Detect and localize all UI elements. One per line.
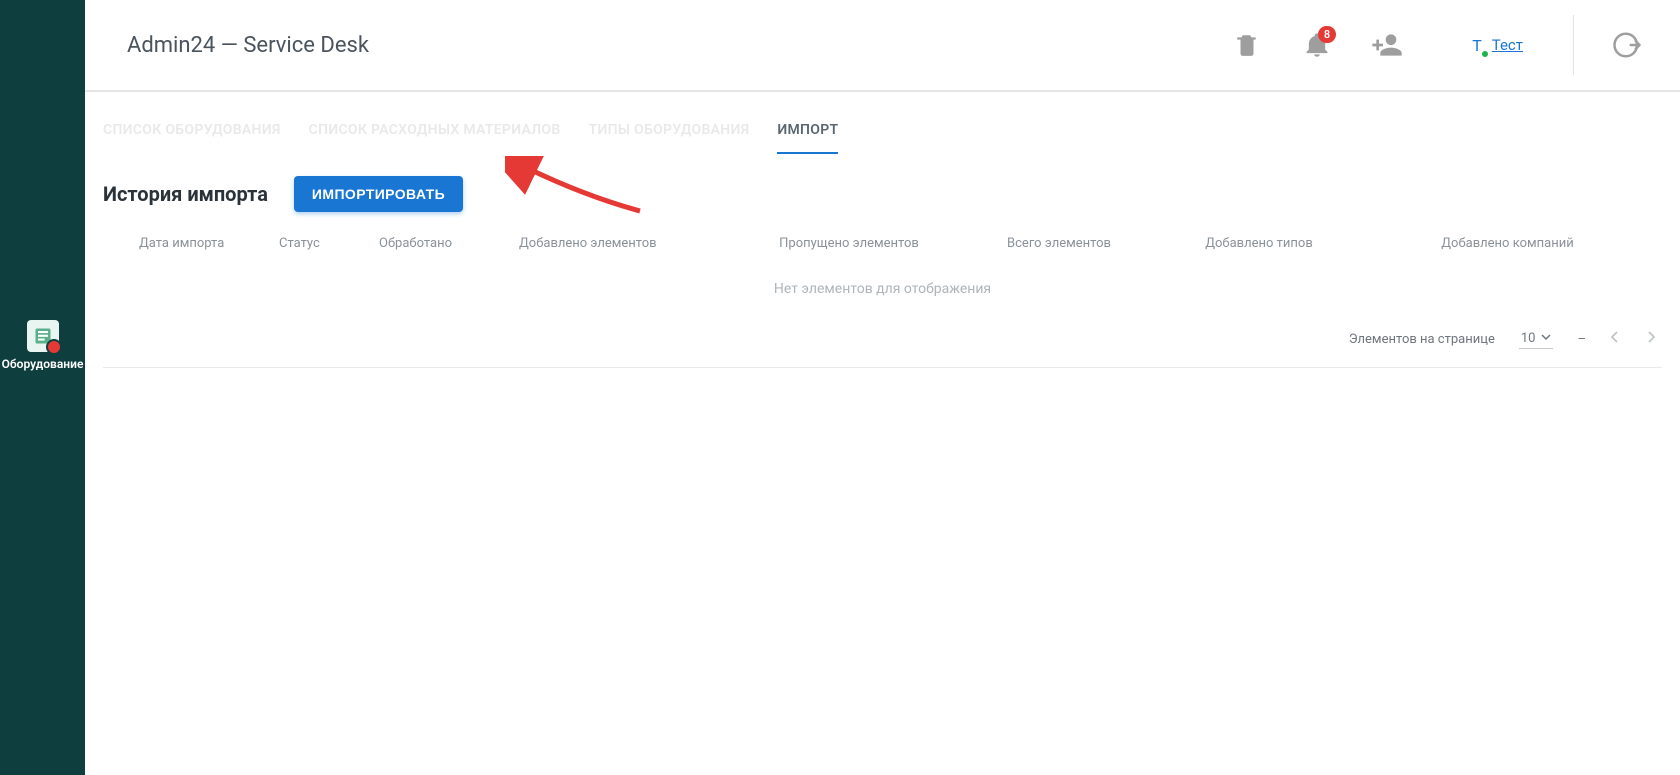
page-next[interactable] — [1646, 331, 1656, 347]
page-size-select[interactable]: 10 — [1519, 329, 1554, 349]
chevron-down-icon — [1541, 331, 1551, 346]
left-sidebar: Оборудование — [0, 0, 85, 775]
import-button[interactable]: ИМПОРТИРОВАТЬ — [294, 176, 463, 212]
main-area: Admin24 — Service Desk 8 Т Тест СПИСОК О… — [85, 0, 1680, 775]
title-row: История импорта ИМПОРТИРОВАТЬ — [103, 176, 1662, 212]
user-initial: Т — [1472, 36, 1482, 55]
col-total: Всего элементов — [959, 236, 1159, 251]
add-user-icon[interactable] — [1362, 20, 1412, 70]
tab-equipment-list[interactable]: СПИСОК ОБОРУДОВАНИЯ — [103, 110, 281, 154]
col-skipped: Пропущено элементов — [739, 236, 959, 251]
user-block[interactable]: Т Тест — [1472, 36, 1523, 55]
empty-state: Нет элементов для отображения — [103, 267, 1662, 321]
tab-equipment-types[interactable]: ТИПЫ ОБОРУДОВАНИЯ — [589, 110, 750, 154]
header: Admin24 — Service Desk 8 Т Тест — [85, 0, 1680, 92]
pagination: Элементов на странице 10 – — [103, 321, 1662, 368]
col-added-companies: Добавлено компаний — [1359, 236, 1656, 251]
page-size-value: 10 — [1521, 331, 1536, 346]
user-avatar: Т — [1472, 36, 1482, 55]
status-online-dot — [1482, 51, 1488, 57]
page-subtitle: История импорта — [103, 182, 268, 206]
trash-icon[interactable] — [1222, 20, 1272, 70]
tabs: СПИСОК ОБОРУДОВАНИЯ СПИСОК РАСХОДНЫХ МАТ… — [85, 92, 1680, 154]
notification-badge: 8 — [1318, 26, 1336, 43]
tab-consumables-list[interactable]: СПИСОК РАСХОДНЫХ МАТЕРИАЛОВ — [309, 110, 561, 154]
sidebar-item-equipment[interactable]: Оборудование — [2, 320, 84, 371]
app-title: Admin24 — Service Desk — [127, 33, 1202, 58]
sidebar-item-label: Оборудование — [2, 358, 84, 371]
col-processed: Обработано — [379, 236, 519, 251]
page-prev[interactable] — [1610, 331, 1620, 347]
col-added-types: Добавлено типов — [1159, 236, 1359, 251]
col-date: Дата импорта — [109, 236, 279, 251]
col-added-items: Добавлено элементов — [519, 236, 739, 251]
col-status: Статус — [279, 236, 379, 251]
bell-icon[interactable]: 8 — [1292, 20, 1342, 70]
table-header: Дата импорта Статус Обработано Добавлено… — [103, 236, 1662, 267]
divider — [1573, 15, 1574, 75]
user-name-link[interactable]: Тест — [1492, 36, 1523, 54]
content: История импорта ИМПОРТИРОВАТЬ Дата импор… — [85, 154, 1680, 368]
tab-import[interactable]: ИМПОРТ — [777, 110, 838, 154]
import-history-table: Дата импорта Статус Обработано Добавлено… — [103, 236, 1662, 368]
equipment-icon — [27, 320, 59, 352]
logout-icon[interactable] — [1602, 20, 1652, 70]
page-range: – — [1577, 332, 1586, 347]
items-per-page-label: Элементов на странице — [1349, 332, 1495, 347]
